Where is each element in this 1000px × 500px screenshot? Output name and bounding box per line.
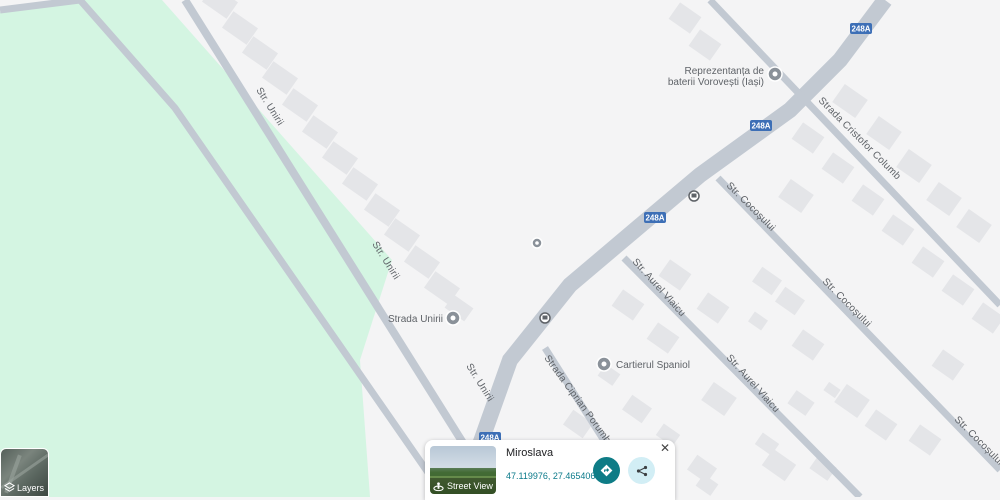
street-view-label-group: Street View [430, 478, 496, 494]
layers-label: Layers [17, 482, 45, 493]
street-view-icon [433, 481, 444, 491]
layers-button[interactable]: Layers [0, 448, 49, 497]
road-label-cocosului: Str. Cocoșului [820, 276, 873, 329]
layers-label-group: Layers [4, 482, 44, 493]
poi-label-strada-unirii[interactable]: Strada Unirii [388, 314, 443, 325]
poi-marker-generic[interactable] [531, 237, 543, 249]
road-label-unirii: Str. Unirii [463, 362, 495, 404]
road-label-aurel-vlaicu: Str. Aurel Vlaicu [724, 353, 782, 415]
bus-stop-icon[interactable] [539, 312, 551, 324]
close-button[interactable]: ✕ [658, 441, 672, 455]
directions-button[interactable] [593, 457, 620, 484]
directions-icon [600, 464, 613, 477]
svg-text:248A: 248A [851, 25, 870, 34]
road-label-cocosului: Str. Cocoșului [952, 414, 1000, 467]
share-button[interactable] [628, 457, 655, 484]
route-shield: 248A [644, 212, 666, 223]
poi-label-cartierul-spaniol[interactable]: Cartierul Spaniol [616, 360, 690, 371]
street-view-thumbnail[interactable]: Street View [430, 446, 496, 494]
svg-text:248A: 248A [751, 122, 770, 131]
layers-icon [4, 482, 15, 492]
map-canvas[interactable]: Str. Unirii Str. Unirii Str. Unirii Stra… [0, 0, 1000, 497]
street-view-treeline [430, 468, 496, 476]
poi-marker-cartierul-spaniol[interactable] [596, 356, 612, 372]
place-name: Miroslava [506, 447, 554, 459]
share-icon [636, 465, 647, 476]
route-shield: 248A [850, 23, 872, 34]
coordinates[interactable]: 47.119976, 27.465406 [506, 471, 595, 481]
park-area [0, 0, 392, 497]
poi-marker-battery-shop[interactable] [767, 66, 783, 82]
place-info-card: Street View Miroslava 47.119976, 27.4654… [425, 440, 675, 500]
poi-label-battery-shop[interactable]: Reprezentanța de [684, 66, 764, 77]
close-icon: ✕ [659, 441, 671, 455]
route-shield: 248A [750, 120, 772, 131]
poi-marker-strada-unirii[interactable] [445, 310, 461, 326]
road-label-cocosului: Str. Cocoșului [724, 180, 777, 233]
poi-label-battery-shop[interactable]: baterii Vorovești (Iași) [668, 77, 764, 88]
street-view-label: Street View [447, 481, 493, 491]
svg-text:248A: 248A [645, 214, 664, 223]
bus-stop-icon[interactable] [688, 190, 700, 202]
